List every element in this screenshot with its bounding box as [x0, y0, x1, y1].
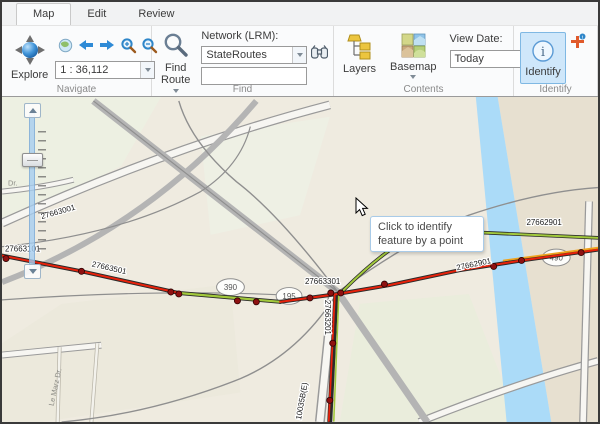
chevron-down-icon: [145, 68, 151, 72]
layers-button[interactable]: Layers: [340, 32, 379, 76]
previous-extent-arrow-icon[interactable]: [76, 35, 96, 55]
network-value: StateRoutes: [202, 49, 292, 61]
identify-tooltip: Click to identify feature by a point: [370, 216, 484, 252]
identify-info-icon: i: [531, 39, 555, 66]
route-label-right-horizontal: 27662901: [526, 218, 562, 227]
navigate-group-label: Navigate: [2, 83, 151, 96]
identify-tooltip-line2: feature by a point: [378, 234, 476, 248]
route-label-junction-vertical: 27663201: [323, 300, 332, 336]
map-scale-value: 1 : 36,112: [56, 64, 140, 76]
chevron-down-icon: [297, 53, 303, 57]
zoom-in-icon[interactable]: [118, 35, 138, 55]
basemap-label: Basemap: [390, 61, 436, 73]
zoom-slider-in-button[interactable]: [24, 103, 41, 118]
triangle-up-icon: [29, 108, 37, 113]
identify-route-tool-icon[interactable]: i: [570, 33, 586, 54]
identify-button[interactable]: i Identify: [520, 32, 566, 84]
basemap-dropdown-arrow-icon: [410, 75, 416, 79]
find-group-label: Find: [152, 83, 333, 96]
zoom-slider-handle[interactable]: [22, 153, 43, 167]
map-canvas: Dr. Le Marz Dr. 390 195 490: [2, 97, 598, 422]
tab-edit[interactable]: Edit: [71, 4, 122, 25]
ribbon-group-identify: i Identify i Identify: [514, 26, 598, 96]
map-viewport[interactable]: Dr. Le Marz Dr. 390 195 490: [2, 96, 598, 422]
map-zoom-slider[interactable]: [22, 103, 52, 279]
layers-tree-icon: [346, 33, 373, 63]
explore-label: Explore: [11, 69, 48, 81]
ribbon-group-navigate: Explore: [2, 26, 152, 96]
tab-map[interactable]: Map: [16, 3, 71, 25]
layers-label: Layers: [343, 63, 376, 75]
basemap-button[interactable]: Basemap: [387, 32, 439, 80]
app-window: Map Edit Review: [0, 0, 600, 424]
explore-compass-icon: [13, 34, 47, 69]
zoom-slider-out-button[interactable]: [24, 264, 41, 279]
full-extent-globe-icon[interactable]: [55, 35, 75, 55]
mouse-cursor-icon: [355, 197, 369, 222]
contents-group-label: Contents: [334, 83, 513, 96]
network-combobox[interactable]: StateRoutes: [201, 46, 307, 64]
find-route-magnifier-icon: [162, 32, 190, 62]
zoom-slider-track[interactable]: [29, 113, 35, 269]
tab-review[interactable]: Review: [122, 4, 190, 25]
identify-label: Identify: [525, 66, 560, 78]
shield-390: 390: [224, 283, 238, 292]
triangle-down-icon: [29, 269, 37, 274]
basemap-tiles-icon: [401, 33, 426, 61]
binoculars-icon[interactable]: [311, 45, 328, 64]
next-extent-arrow-icon[interactable]: [97, 35, 117, 55]
network-lrm-label: Network (LRM):: [201, 30, 328, 43]
street-label-dr: Dr.: [8, 179, 18, 188]
map-scale-combobox[interactable]: 1 : 36,112: [55, 61, 155, 79]
svg-text:i: i: [541, 45, 545, 60]
network-dropdown-button[interactable]: [292, 47, 306, 63]
ribbon-tab-bar: Map Edit Review: [2, 2, 598, 25]
identify-tooltip-line1: Click to identify: [378, 220, 476, 234]
ribbon: Explore: [2, 25, 598, 96]
find-route-label-line1: Find: [165, 62, 186, 74]
ribbon-group-find: Find Route Network (LRM): StateRoutes: [152, 26, 334, 96]
explore-button[interactable]: Explore: [8, 33, 51, 82]
route-label-junction-horizontal: 27663301: [305, 277, 341, 286]
identify-group-label: Identify: [514, 83, 597, 96]
zoom-slider-ticks: [38, 131, 46, 257]
ribbon-group-contents: Layers Basemap V: [334, 26, 514, 96]
